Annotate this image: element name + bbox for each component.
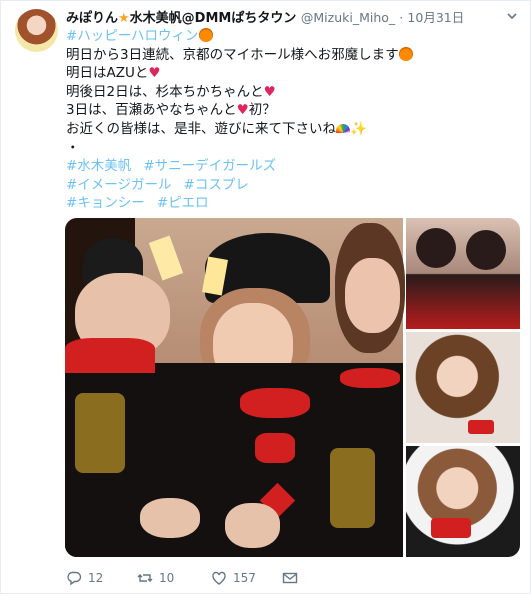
tweet-header: みぽりん★水木美帆@DMMぱちタウン @Mizuki_Miho_ · 10月31… — [66, 9, 521, 27]
text-line-3-text: 明日はAZUと — [66, 65, 149, 82]
display-name-part1[interactable]: みぽりん — [66, 11, 118, 26]
hashtag-link[interactable]: #キョンシー — [66, 195, 145, 211]
hashtag-link[interactable]: #ピエロ — [157, 195, 209, 211]
retweet-button[interactable]: 10 — [137, 570, 174, 586]
heart-icon: ♥ — [236, 102, 249, 119]
pumpkin-icon — [398, 46, 413, 61]
text-line-1: #ハッピーハロウィン — [66, 27, 521, 46]
photo-top-right[interactable] — [406, 218, 520, 329]
photo-main[interactable] — [65, 218, 405, 557]
reply-count: 12 — [88, 571, 104, 585]
hashtag-halloween[interactable]: #ハッピーハロウィン — [66, 28, 199, 44]
text-line-2: 明日から3日連続、京都のマイホール様へお邪魔します — [66, 46, 521, 65]
hashtag-link[interactable]: #サニーデイガールズ — [143, 158, 276, 174]
text-line-5: 3日は、百瀬あやなちゃんと♥初？ — [66, 101, 521, 120]
direct-message-button[interactable] — [282, 570, 298, 586]
text-line-2-text: 明日から3日連続、京都のマイホール様へお邪魔します — [66, 46, 399, 63]
tweet-text: #ハッピーハロウィン 明日から3日連続、京都のマイホール様へお邪魔します 明日は… — [66, 27, 521, 213]
rainbow-icon — [336, 123, 350, 133]
retweet-count: 10 — [159, 571, 175, 585]
like-button[interactable]: 157 — [211, 570, 256, 586]
message-icon — [282, 572, 298, 584]
text-line-6: お近くの皆様は、是非、遊びに来て下さいね ✨ — [66, 120, 521, 139]
reply-button[interactable]: 12 — [66, 570, 103, 586]
retweet-icon — [137, 574, 153, 582]
user-handle[interactable]: @Mizuki_Miho_ — [301, 10, 395, 25]
hashtag-row: #水木美帆 #サニーデイガールズ — [66, 157, 521, 176]
timestamp[interactable]: 10月31日 — [407, 10, 464, 25]
heart-icon: ♥ — [148, 65, 161, 82]
hashtag-link[interactable]: #コスプレ — [184, 177, 249, 193]
hashtag-link[interactable]: #水木美帆 — [66, 158, 131, 174]
like-count: 157 — [233, 571, 256, 585]
text-line-3: 明日はAZUと♥ — [66, 64, 521, 83]
text-line-7: ・ — [66, 139, 80, 156]
heart-icon: ♥ — [263, 83, 276, 100]
text-line-5-tail: 初？ — [248, 102, 276, 119]
chevron-down-icon[interactable] — [505, 9, 519, 23]
text-line-4-text: 明後日2日は、杉本ちかちゃんと — [66, 83, 264, 100]
like-icon — [212, 571, 226, 585]
hashtag-list: #水木美帆 #サニーデイガールズ #イメージガール #コスプレ #キョンシー #ピエロ — [66, 157, 521, 213]
avatar[interactable] — [15, 9, 58, 52]
media-grid — [65, 218, 520, 557]
star-icon: ★ — [118, 11, 130, 26]
hashtag-link[interactable]: #イメージガール — [66, 177, 172, 193]
text-line-6-text: お近くの皆様は、是非、遊びに来て下さいね — [66, 120, 336, 137]
hashtag-row: #イメージガール #コスプレ — [66, 176, 521, 195]
hashtag-row: #キョンシー #ピエロ — [66, 194, 521, 213]
sparkles-icon: ✨ — [350, 120, 367, 137]
display-name[interactable]: みぽりん★水木美帆@DMMぱちタウン — [66, 11, 301, 26]
separator-dot: · — [399, 10, 404, 25]
reply-icon — [67, 571, 82, 586]
display-name-part2[interactable]: 水木美帆@DMMぱちタウン — [130, 11, 297, 26]
photo-middle-right[interactable] — [406, 332, 520, 443]
photo-bottom-right[interactable] — [406, 446, 520, 557]
pumpkin-icon — [198, 28, 213, 42]
text-line-4: 明後日2日は、杉本ちかちゃんと♥ — [66, 83, 521, 102]
text-line-5-text: 3日は、百瀬あやなちゃんと — [66, 102, 237, 119]
